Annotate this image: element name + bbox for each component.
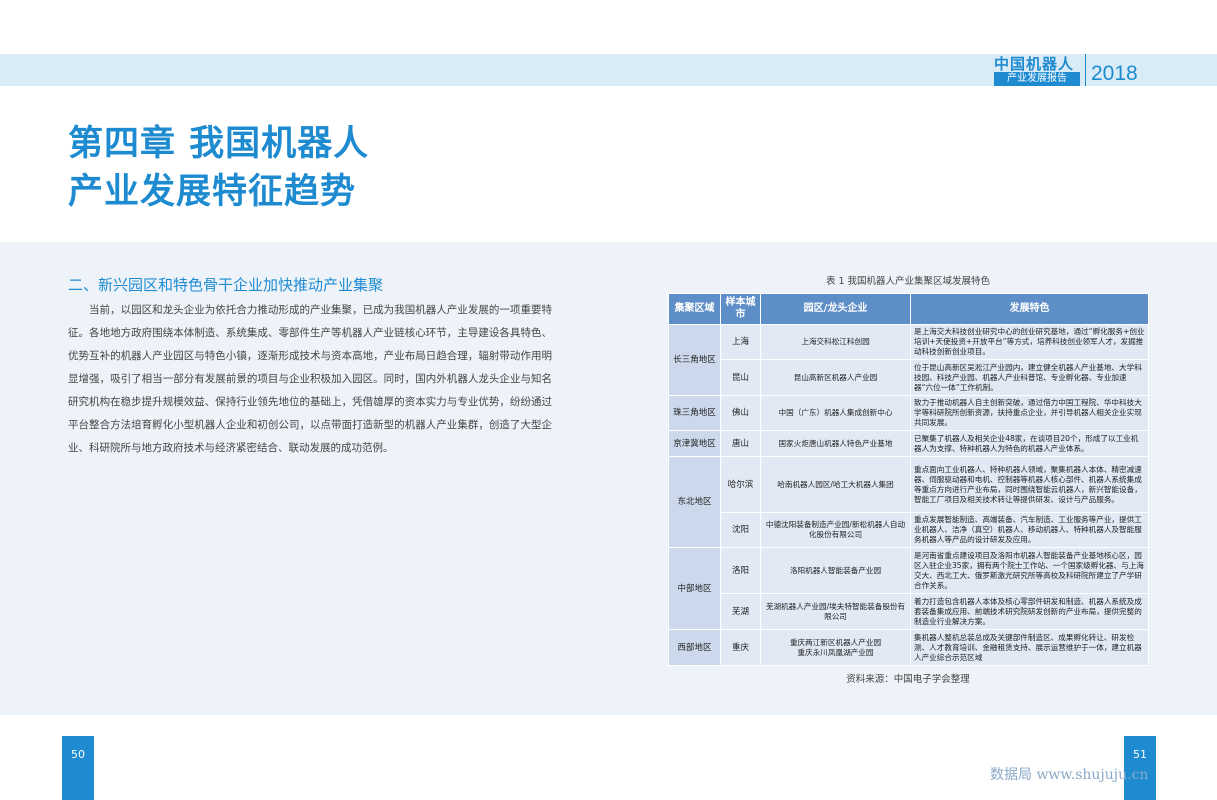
cell-park: 重庆两江新区机器人产业园 重庆永川凤凰湖产业园 [760, 629, 911, 666]
cell-feature: 致力于推动机器人自主创新突破，通过借力中国工程院、华中科技大学等科研院所创新资源… [910, 395, 1149, 431]
header-park: 园区/龙头企业 [760, 293, 911, 325]
brand-title: 中国机器人 [994, 55, 1075, 73]
table-row: 东北地区 哈尔滨 哈南机器人园区/哈工大机器人集团 重点面向工业机器人、特种机器… [668, 456, 1149, 548]
cell-region: 西部地区 [668, 629, 721, 666]
cell-park: 国家火炬唐山机器人特色产业基地 [760, 430, 911, 457]
brand-divider [1085, 54, 1086, 86]
cell-region: 东北地区 [668, 456, 721, 548]
watermark-text: 数据局 www.shujuju.cn [990, 767, 1149, 783]
chapter-title-line1: 第四章 我国机器人 [68, 124, 370, 164]
cell-park: 芜湖机器人产业园/埃夫特智能装备股份有限公司 [760, 593, 911, 630]
section-paragraph: 当前，以园区和龙头企业为依托合力推动形成的产业集聚，已成为我国机器人产业发展的一… [68, 304, 552, 454]
cell-city: 芜湖 [720, 593, 761, 630]
table-row: 沈阳 中德沈阳装备制造产业园/新松机器人自动化股份有限公司 重点发展智能制造、高… [669, 512, 1149, 548]
cell-city: 上海 [720, 324, 761, 360]
cell-city: 洛阳 [720, 547, 761, 594]
table-source: 资料来源：中国电子学会整理 [846, 674, 970, 685]
cell-park: 上海交科松江科创园 [760, 324, 911, 360]
cell-feature: 集机器人整机总装总成及关键部件制造区、成果孵化转让、研发检测、人才教育培训、金融… [910, 629, 1149, 666]
cell-city: 昆山 [720, 359, 761, 396]
chapter-title-line2: 产业发展特征趋势 [68, 172, 357, 212]
cell-city: 唐山 [720, 430, 761, 457]
table-row: 珠三角地区 佛山 中国（广东）机器人集成创新中心 致力于推动机器人自主创新突破，… [668, 395, 1149, 431]
cell-region: 珠三角地区 [668, 395, 721, 431]
cell-feature: 位于昆山高新区吴淞江产业园内，建立健全机器人产业基地、大学科技园、科技产业园、机… [910, 359, 1149, 396]
cell-feature: 已聚集了机器人及相关企业48家，在谈项目20个，形成了以工业机器人为支撑、特种机… [910, 430, 1149, 457]
header-region: 集聚区域 [668, 293, 721, 325]
table-row: 西部地区 重庆 重庆两江新区机器人产业园 重庆永川凤凰湖产业园 集机器人整机总装… [668, 629, 1149, 666]
cell-park: 中德沈阳装备制造产业园/新松机器人自动化股份有限公司 [760, 512, 911, 548]
cell-city: 哈尔滨 [720, 456, 761, 513]
table-row: 芜湖 芜湖机器人产业园/埃夫特智能装备股份有限公司 着力打造包含机器人本体及核心… [669, 593, 1149, 630]
cell-feature: 重点发展智能制造、高端装备、汽车制造、工业服务等产业，提供工业机器人、洁净（真空… [910, 512, 1149, 548]
brand-year: 2018 [1091, 62, 1138, 85]
header-feature: 发展特色 [910, 293, 1149, 325]
table-caption: 表 1 我国机器人产业集聚区域发展特色 [825, 276, 991, 287]
cell-city: 重庆 [720, 629, 761, 666]
cell-park: 哈南机器人园区/哈工大机器人集团 [760, 456, 911, 513]
region-table: 集聚区域 样本城市 园区/龙头企业 发展特色 长三角地区 上海 上海交科松江科创… [668, 293, 1149, 666]
table-header-row: 集聚区域 样本城市 园区/龙头企业 发展特色 [668, 293, 1149, 325]
brand-subtitle: 产业发展报告 [994, 72, 1080, 86]
section-heading: 二、新兴园区和特色骨干企业加快推动产业集聚 [68, 276, 384, 294]
table-row: 昆山 昆山高新区机器人产业园 位于昆山高新区吴淞江产业园内，建立健全机器人产业基… [669, 359, 1149, 396]
table-row: 长三角地区 上海 上海交科松江科创园 是上海交大科技创业研究中心的创业研究基地，… [668, 324, 1149, 396]
header-city: 样本城市 [720, 293, 761, 325]
cell-feature: 重点面向工业机器人、特种机器人领域，聚集机器人本体、精密减速器、伺服驱动器和电机… [910, 456, 1149, 513]
cell-region: 京津冀地区 [668, 430, 721, 457]
cell-region: 中部地区 [668, 547, 721, 630]
cell-feature: 是河南省重点建设项目及洛阳市机器人智能装备产业基地核心区，园区入驻企业35家，拥… [910, 547, 1149, 594]
chapter-title: 第四章 我国机器人 产业发展特征趋势 [68, 120, 369, 216]
report-brand: 中国机器人 产业发展报告 2018 [994, 52, 1154, 88]
page-number-left: 50 [62, 736, 94, 800]
table-row: 京津冀地区 唐山 国家火炬唐山机器人特色产业基地 已聚集了机器人及相关企业48家… [668, 430, 1149, 457]
cell-feature: 是上海交大科技创业研究中心的创业研究基地，通过“孵化服务+创业培训+天使投资+开… [910, 324, 1149, 360]
cell-feature: 着力打造包含机器人本体及核心零部件研发和制造、机器人系统及成套装备集成应用、前端… [910, 593, 1149, 630]
cell-region: 长三角地区 [668, 324, 721, 396]
cell-park: 洛阳机器人智能装备产业园 [760, 547, 911, 594]
cell-city: 沈阳 [720, 512, 761, 548]
cell-city: 佛山 [720, 395, 761, 431]
cell-park: 中国（广东）机器人集成创新中心 [760, 395, 911, 431]
table-row: 中部地区 洛阳 洛阳机器人智能装备产业园 是河南省重点建设项目及洛阳市机器人智能… [668, 547, 1149, 630]
cell-park: 昆山高新区机器人产业园 [760, 359, 911, 396]
